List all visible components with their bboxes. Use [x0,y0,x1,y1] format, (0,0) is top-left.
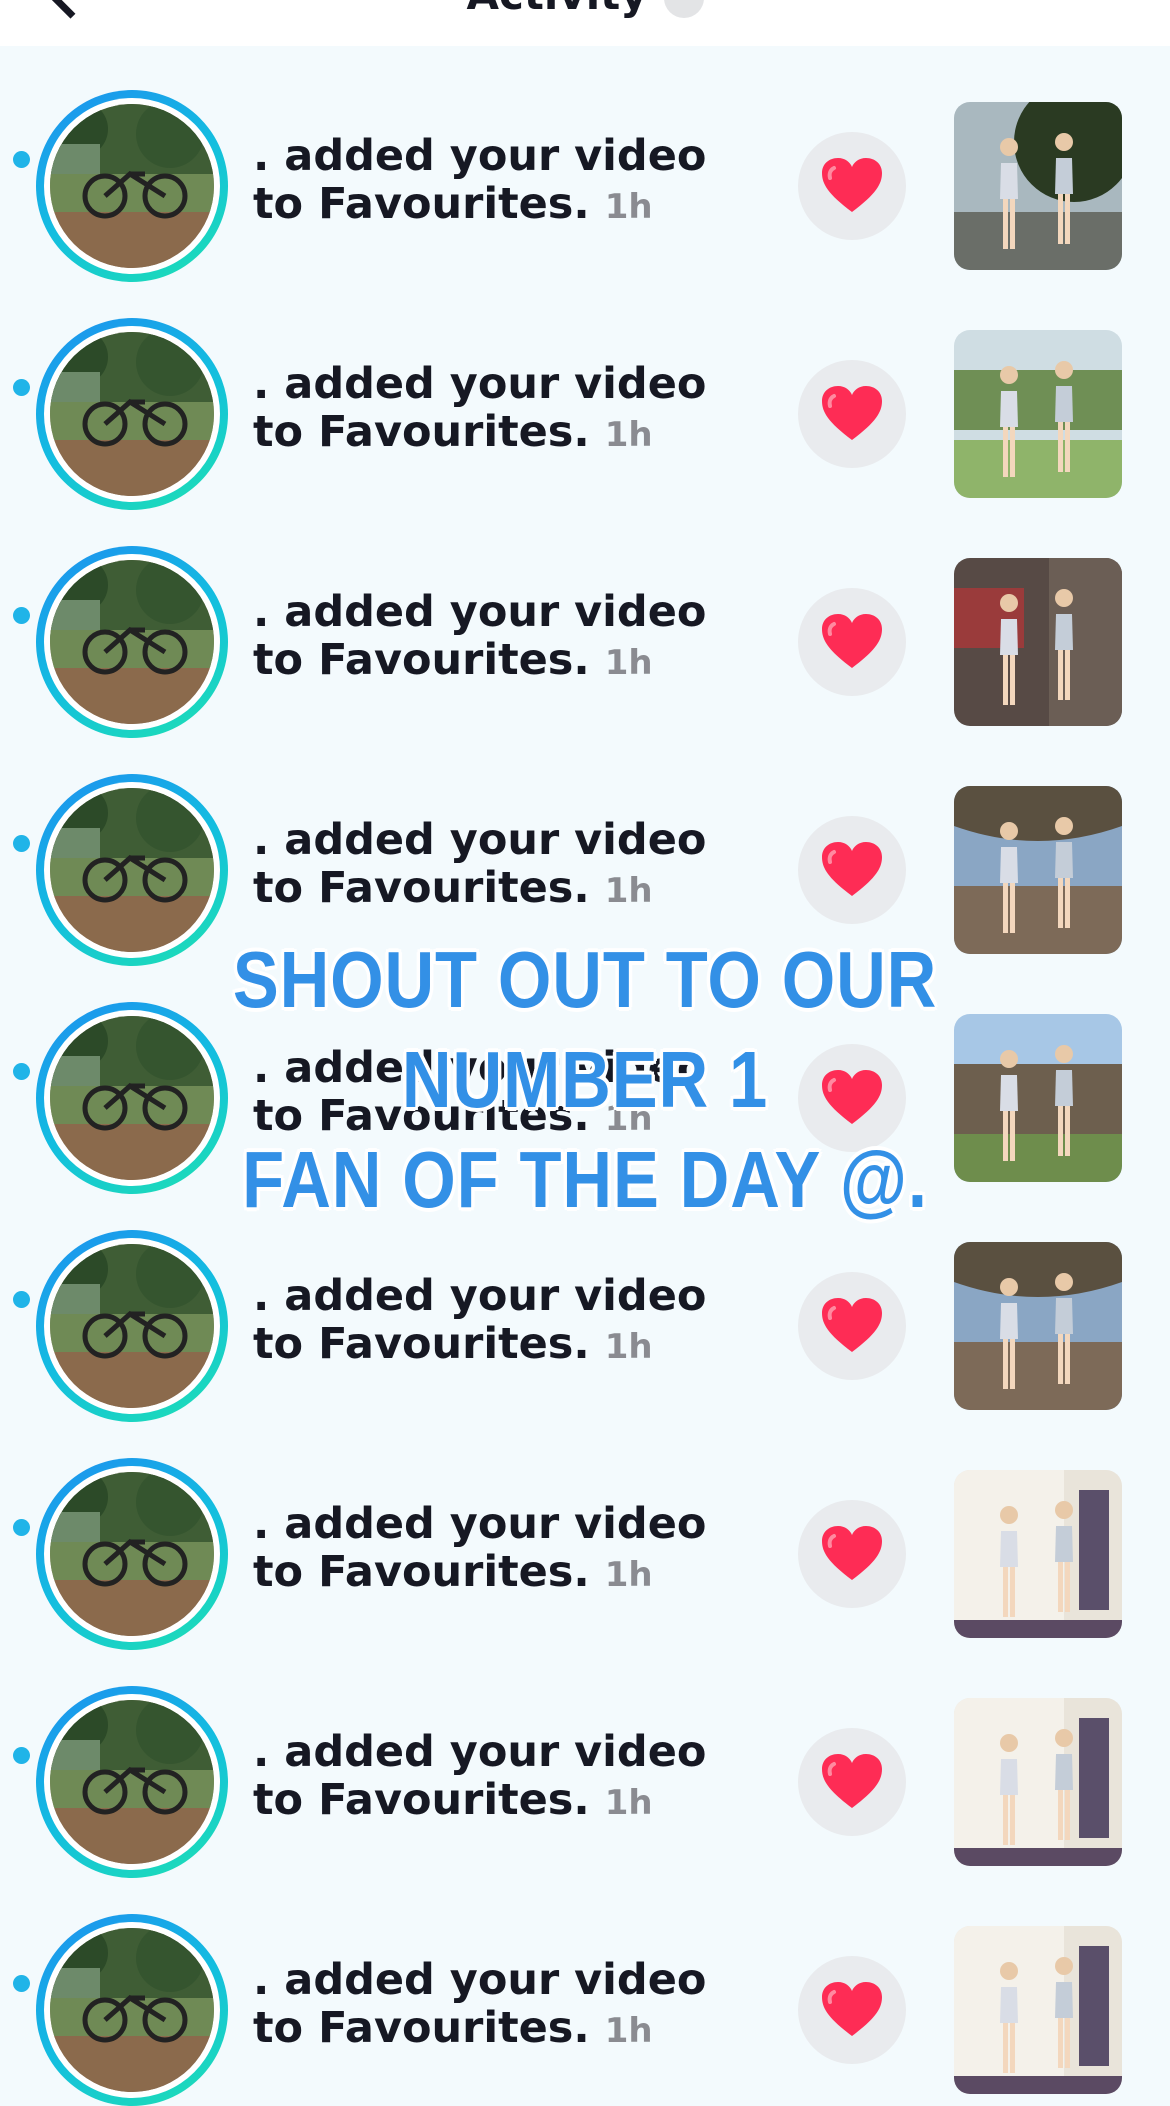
unread-dot [13,1291,30,1308]
notification-time: 1h [604,2011,653,2051]
caption-line-1: SHOUT OUT TO OUR NUMBER 1 [232,935,938,1124]
avatar-image [50,1700,214,1864]
notification-time: 1h [604,1555,653,1595]
notification-row[interactable]: . added your video to Favourites. 1h [0,502,1170,738]
notification-text: . added your video to Favourites. 1h [253,1956,763,2055]
like-button[interactable] [798,1272,906,1380]
video-caption: SHOUT OUT TO OUR NUMBER 1 FAN OF THE DAY… [82,930,1088,1230]
notification-time: 1h [604,871,653,911]
notification-text: . added your video to Favourites. 1h [253,816,763,915]
notification-text: . added your video to Favourites. 1h [253,1728,763,1827]
unread-dot [13,379,30,396]
unread-dot [13,1063,30,1080]
unread-dot [13,1747,30,1764]
avatar-ring[interactable] [36,318,228,510]
notification-text: . added your video to Favourites. 1h [253,360,763,459]
video-thumbnail[interactable] [954,1242,1122,1410]
like-button[interactable] [798,588,906,696]
video-thumbnail[interactable] [954,786,1122,954]
notification-time: 1h [604,1327,653,1367]
page-title-text: Activity [466,0,647,19]
notification-row[interactable]: . added your video to Favourites. 1h [0,1642,1170,1878]
caption-line-2: FAN OF THE DAY @. [242,1135,928,1224]
video-thumbnail[interactable] [954,1470,1122,1638]
notification-row[interactable]: . added your video to Favourites. 1h [0,1870,1170,2106]
notification-text: . added your video to Favourites. 1h [253,1500,763,1599]
avatar-ring[interactable] [36,90,228,282]
avatar-ring[interactable] [36,1914,228,2106]
unread-dot [13,151,30,168]
avatar-image [50,1472,214,1636]
top-bar: Activity [0,0,1170,46]
video-thumbnail[interactable] [954,1926,1122,2094]
chevron-down-icon [663,0,704,18]
avatar-image [50,104,214,268]
notification-time: 1h [604,187,653,227]
avatar-ring[interactable] [36,1686,228,1878]
unread-dot [13,1975,30,1992]
unread-dot [13,1519,30,1536]
avatar-image [50,1928,214,2092]
video-thumbnail[interactable] [954,102,1122,270]
notification-row[interactable]: . added your video to Favourites. 1h [0,46,1170,282]
unread-dot [13,607,30,624]
avatar-ring[interactable] [36,546,228,738]
like-button[interactable] [798,360,906,468]
avatar-image [50,788,214,952]
notification-text: . added your video to Favourites. 1h [253,1272,763,1371]
notification-row[interactable]: . added your video to Favourites. 1h [0,274,1170,510]
avatar-image [50,560,214,724]
like-button[interactable] [798,816,906,924]
unread-dot [13,835,30,852]
notification-text: . added your video to Favourites. 1h [253,588,763,687]
notification-time: 1h [604,415,653,455]
notification-text: . added your video to Favourites. 1h [253,132,763,231]
like-button[interactable] [798,1500,906,1608]
notification-row[interactable]: . added your video to Favourites. 1h [0,730,1170,966]
avatar-ring[interactable] [36,1458,228,1650]
video-thumbnail[interactable] [954,330,1122,498]
notification-row[interactable]: . added your video to Favourites. 1h [0,1414,1170,1650]
avatar-image [50,332,214,496]
notification-time: 1h [604,1783,653,1823]
like-button[interactable] [798,1956,906,2064]
avatar-ring[interactable] [36,1230,228,1422]
notification-time: 1h [604,643,653,683]
like-button[interactable] [798,1728,906,1836]
video-thumbnail[interactable] [954,558,1122,726]
like-button[interactable] [798,132,906,240]
page-title[interactable]: Activity [0,0,1170,19]
avatar-image [50,1244,214,1408]
video-thumbnail[interactable] [954,1698,1122,1866]
